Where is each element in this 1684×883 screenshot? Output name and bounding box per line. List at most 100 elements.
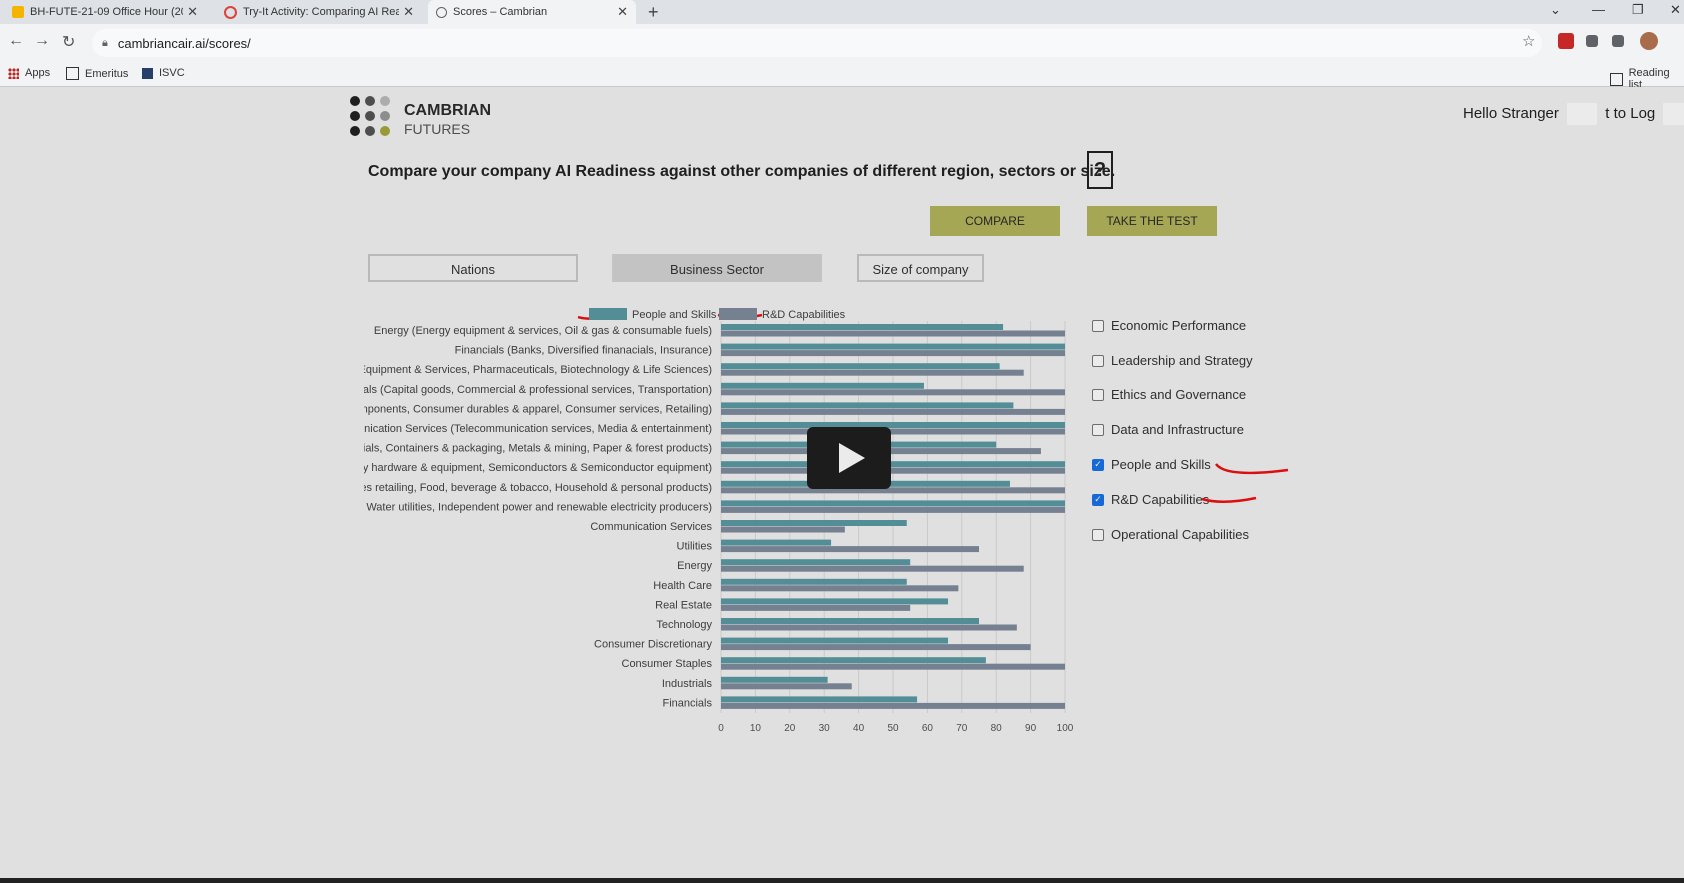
category-label: trials (Capital goods, Commercial & prof…	[360, 384, 712, 396]
forward-icon[interactable]: →	[34, 32, 50, 50]
category-label: Financials (Banks, Diversified finanacia…	[455, 345, 712, 357]
minimize-icon[interactable]: —	[1592, 2, 1605, 17]
bookmark-isvc[interactable]: ISVC	[142, 67, 185, 79]
bar-rd-capabilities	[721, 624, 1017, 631]
page-content: CAMBRIAN FUTURES Hello Stranger t to Log…	[0, 87, 1684, 878]
browser-tab-2[interactable]: Try-It Activity: Comparing AI Rea ✕	[216, 0, 422, 24]
category-label: Industrials	[662, 678, 713, 690]
category-label: Consumer Discretionary	[594, 639, 712, 651]
category-label: s, Water utilities, Independent power an…	[360, 501, 712, 513]
category-label: ples retailing, Food, beverage & tobacco…	[360, 482, 712, 494]
video-play-button[interactable]	[807, 427, 891, 489]
x-tick-label: 0	[718, 723, 724, 734]
tab-bar: BH-FUTE-21-09 Office Hour (202 ✕ Try-It …	[0, 0, 1684, 24]
back-icon[interactable]: ←	[8, 32, 24, 50]
x-tick-label: 50	[887, 723, 899, 734]
x-tick-label: 80	[991, 723, 1003, 734]
isvc-icon	[142, 67, 153, 79]
media-icon[interactable]	[1612, 35, 1624, 47]
bar-rd-capabilities	[721, 330, 1065, 337]
category-label: omponents, Consumer durables & apparel, …	[360, 403, 712, 415]
bar-people-skills	[721, 559, 911, 566]
emeritus-icon	[66, 67, 79, 80]
bar-rd-capabilities	[721, 526, 845, 533]
x-tick-label: 90	[1025, 723, 1037, 734]
bar-people-skills	[721, 618, 979, 624]
bar-rd-capabilities	[721, 506, 1065, 513]
bar-rd-capabilities	[721, 683, 852, 690]
category-label: Communication Services	[590, 521, 712, 533]
avatar[interactable]	[1640, 32, 1658, 50]
bookmarks-bar: Apps Emeritus ISVC Reading list	[0, 62, 1684, 91]
extension-icon[interactable]	[1558, 33, 1574, 49]
category-label: Consumer Staples	[622, 658, 713, 670]
category-label: e Equipment & Services, Pharmaceuticals,…	[360, 364, 712, 376]
address-bar: ← → ↻ 🔒︎ cambriancair.ai/scores/	[0, 24, 1684, 62]
category-label: Energy	[677, 560, 712, 572]
bar-rd-capabilities	[721, 604, 911, 611]
sector-bar-chart: People and Skills R&D Capabilities 0 10 20 30…	[360, 308, 1074, 734]
puzzle-icon[interactable]	[1586, 35, 1598, 47]
bar-people-skills	[721, 696, 918, 703]
category-label: Health Care	[653, 580, 712, 592]
category-label: ogy hardware & equipment, Semiconductors…	[360, 462, 712, 474]
bar-people-skills	[721, 324, 1004, 330]
slides-icon	[12, 6, 24, 18]
bar-people-skills	[721, 598, 949, 605]
bar-people-skills	[721, 676, 828, 683]
tab-search-icon[interactable]: ⌄	[1550, 2, 1561, 18]
x-tick-label: 40	[853, 723, 865, 734]
bar-rd-capabilities	[721, 467, 1065, 474]
url-text: cambriancair.ai/scores/	[117, 35, 251, 51]
bar-rd-capabilities	[721, 702, 1065, 709]
bar-rd-capabilities	[721, 644, 1031, 651]
category-label: Energy (Energy equipment & services, Oil…	[374, 325, 712, 337]
star-icon[interactable]: ☆	[1522, 32, 1535, 50]
globe-icon	[436, 6, 447, 18]
url-field[interactable]: 🔒︎ cambriancair.ai/scores/	[92, 29, 1542, 57]
lock-icon: 🔒︎	[102, 36, 108, 49]
close-window-icon[interactable]: ✕	[1670, 2, 1681, 18]
bookmark-label: Apps	[25, 67, 51, 79]
bar-people-skills	[721, 539, 832, 546]
bookmark-label: ISVC	[159, 67, 185, 79]
bar-people-skills	[721, 520, 907, 526]
legend-swatch	[589, 308, 627, 320]
apps-grid-icon	[8, 67, 19, 79]
close-tab-icon[interactable]: ✕	[403, 4, 414, 20]
browser-tab-3[interactable]: Scores – Cambrian ✕	[428, 0, 636, 24]
browser-tab-1[interactable]: BH-FUTE-21-09 Office Hour (202 ✕	[4, 0, 206, 24]
bar-people-skills	[721, 461, 1065, 468]
legend-label: R&D Capabilities	[762, 309, 846, 321]
bar-people-skills	[721, 382, 924, 389]
x-tick-label: 70	[956, 723, 968, 734]
bar-rd-capabilities	[721, 565, 1024, 572]
x-tick-label: 60	[922, 723, 934, 734]
legend-swatch	[719, 308, 757, 320]
bookmark-emeritus[interactable]: Emeritus	[66, 67, 128, 80]
bar-people-skills	[721, 343, 1065, 350]
bottom-bar	[0, 878, 1684, 883]
category-label: Financials	[662, 697, 712, 709]
reload-icon[interactable]: ↻	[62, 32, 75, 52]
restore-icon[interactable]: ❐	[1632, 2, 1644, 18]
legend-label: People and Skills	[632, 309, 717, 321]
bar-people-skills	[721, 422, 1065, 428]
bar-rd-capabilities	[721, 408, 1065, 415]
bar-rd-capabilities	[721, 585, 959, 592]
category-label: nunication Services (Telecommunication s…	[360, 423, 712, 435]
x-tick-label: 20	[784, 723, 796, 734]
close-tab-icon[interactable]: ✕	[187, 4, 198, 20]
new-tab-icon[interactable]: +	[648, 2, 659, 23]
tab-title: BH-FUTE-21-09 Office Hour (202	[30, 6, 184, 18]
activity-icon	[224, 5, 237, 19]
bar-rd-capabilities	[721, 369, 1024, 376]
bookmark-apps[interactable]: Apps	[8, 67, 50, 79]
tab-title: Try-It Activity: Comparing AI Rea	[243, 6, 400, 18]
bar-rd-capabilities	[721, 428, 1065, 435]
bar-rd-capabilities	[721, 487, 1065, 494]
close-tab-icon[interactable]: ✕	[617, 4, 628, 20]
bar-people-skills	[721, 500, 1065, 507]
bar-people-skills	[721, 402, 1014, 409]
category-label: erials, Containers & packaging, Metals &…	[360, 443, 712, 455]
